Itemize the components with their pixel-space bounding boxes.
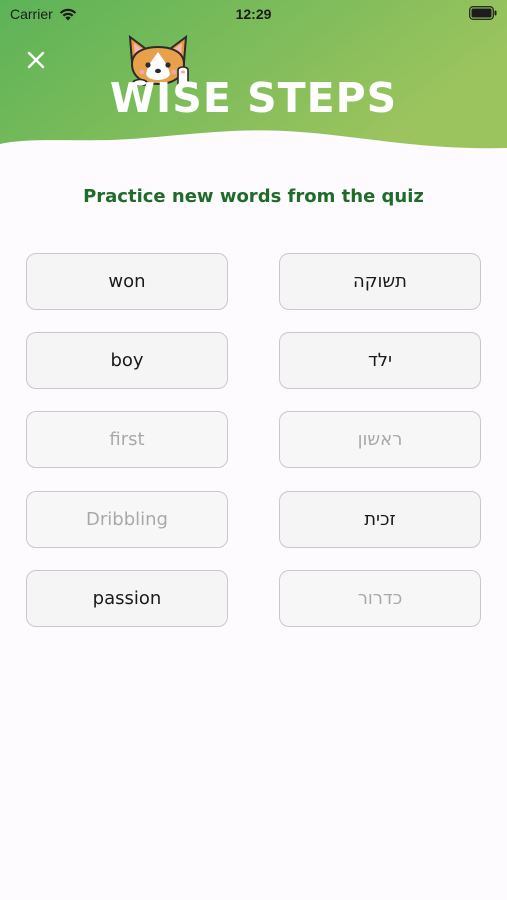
english-word-card[interactable]: first [26,411,228,468]
logo-wordmark: WISE STEPS [109,74,398,122]
hebrew-word-label: כדרור [357,588,403,609]
english-word-card[interactable]: Dribbling [26,491,228,548]
hebrew-word-card[interactable]: כדרור [279,570,481,627]
hebrew-word-label: ילד [367,350,393,371]
english-word-label: boy [110,350,144,371]
english-word-label: first [109,429,145,450]
english-word-label: won [108,271,146,292]
hebrew-word-card[interactable]: ילד [279,332,481,389]
hebrew-word-card[interactable]: תשוקה [279,253,481,310]
english-word-card[interactable]: won [26,253,228,310]
page-subtitle: Practice new words from the quiz [83,186,424,207]
hebrew-word-card[interactable]: ראשון [279,411,481,468]
english-word-label: Dribbling [86,509,168,530]
hebrew-word-label: ראשון [357,429,403,450]
status-time: 12:29 [235,6,272,22]
hebrew-word-label: תשוקה [352,271,408,292]
battery-icon [469,6,497,23]
english-word-card[interactable]: passion [26,570,228,627]
hebrew-word-card[interactable]: זכית [279,491,481,548]
english-word-label: passion [92,588,162,609]
header: Carrier 12:29 WISE STEPS [0,0,507,160]
hebrew-word-label: זכית [364,509,396,530]
status-bar: Carrier 12:29 [0,0,507,30]
app-logo: WISE STEPS [0,34,507,124]
english-word-card[interactable]: boy [26,332,228,389]
